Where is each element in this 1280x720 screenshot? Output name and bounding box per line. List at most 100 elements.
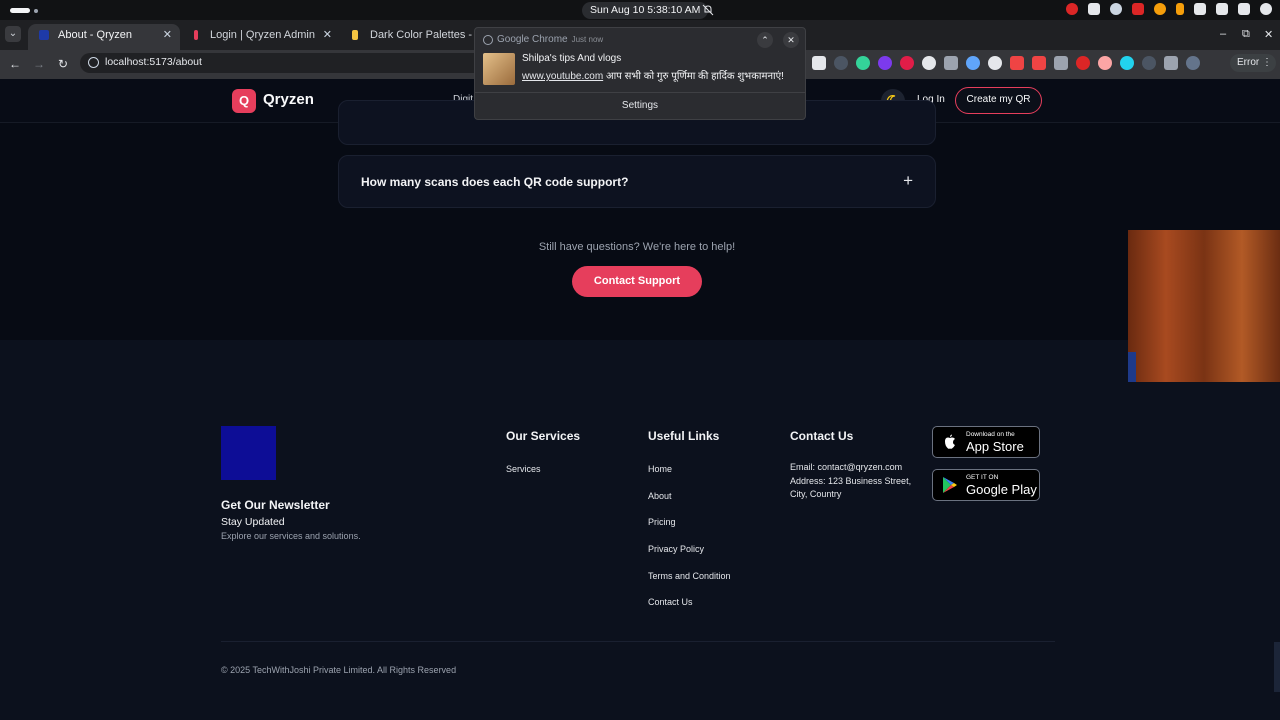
puzzle-icon[interactable] xyxy=(1164,56,1178,70)
notification-settings-button[interactable]: Settings xyxy=(475,100,805,111)
display-icon[interactable] xyxy=(1216,3,1228,15)
extension-icon[interactable] xyxy=(1098,56,1112,70)
close-tab-icon[interactable]: ✕ xyxy=(163,24,172,46)
contact-email[interactable]: Email: contact@qryzen.com xyxy=(790,461,920,475)
error-label: Error xyxy=(1237,57,1260,68)
tab-favicon xyxy=(352,30,358,40)
extension-icon[interactable] xyxy=(812,56,826,70)
google-play-small-text: GET IT ON xyxy=(966,474,999,481)
address-bar[interactable]: localhost:5173/about xyxy=(80,53,500,73)
app-store-badge[interactable]: Download on the App Store xyxy=(932,426,1040,458)
tab-favicon xyxy=(39,30,49,40)
notifications-muted-icon[interactable] xyxy=(702,4,714,16)
collapse-icon[interactable]: ⌃ xyxy=(757,32,773,48)
workspace-indicator[interactable] xyxy=(10,8,30,13)
profile-error-button[interactable]: Error ⋮ xyxy=(1230,54,1276,72)
tab-search-icon[interactable]: ⌄ xyxy=(5,26,21,42)
profile-avatar-icon[interactable] xyxy=(1186,56,1200,70)
explore-text: Explore our services and solutions. xyxy=(221,531,361,541)
useful-links-heading: Useful Links xyxy=(648,429,720,443)
reload-icon[interactable]: ↻ xyxy=(55,56,71,72)
footer-link-terms[interactable]: Terms and Condition xyxy=(648,571,731,581)
maximize-icon[interactable]: ⧉ xyxy=(1242,28,1250,41)
extension-icon[interactable] xyxy=(1120,56,1134,70)
notification-time: Just now xyxy=(571,35,604,44)
chrome-tray-icon[interactable] xyxy=(1110,3,1122,15)
extension-icon[interactable] xyxy=(856,56,870,70)
discord-icon[interactable] xyxy=(1088,3,1100,15)
tab-favicon xyxy=(194,30,198,40)
notification-source: Google Chrome Just now xyxy=(497,34,603,45)
url-text[interactable]: localhost:5173/about xyxy=(105,56,202,68)
power-icon[interactable] xyxy=(1260,3,1272,15)
extension-icon[interactable] xyxy=(834,56,848,70)
tab-title: About - Qryzen xyxy=(58,29,132,41)
footer-link-about[interactable]: About xyxy=(648,491,672,501)
extension-icon[interactable] xyxy=(1142,56,1156,70)
copyright-text: © 2025 TechWithJoshi Private Limited. Al… xyxy=(221,665,457,675)
extensions-bar xyxy=(812,56,1200,70)
tab-login-qryzen-admin[interactable]: Login | Qryzen Admin ✕ xyxy=(180,24,340,50)
notification-thumbnail xyxy=(483,53,515,85)
apple-icon xyxy=(945,434,955,449)
close-notification-icon[interactable]: ✕ xyxy=(783,32,799,48)
tab-about-qryzen[interactable]: About - Qryzen ✕ xyxy=(28,24,180,50)
app-store-text: App Store xyxy=(966,439,1024,454)
back-icon[interactable]: ← xyxy=(7,56,23,72)
volume-icon[interactable] xyxy=(1238,3,1250,15)
google-play-badge[interactable]: GET IT ON Google Play xyxy=(932,469,1040,501)
notification-title: Shilpa's tips And vlogs xyxy=(522,53,622,64)
extension-icon[interactable] xyxy=(988,56,1002,70)
faq-item[interactable]: How many scans does each QR code support… xyxy=(338,155,936,208)
minimize-icon[interactable]: – xyxy=(1220,28,1226,40)
contact-heading: Contact Us xyxy=(790,429,854,443)
extension-icon[interactable] xyxy=(1010,56,1024,70)
workspace-dot[interactable] xyxy=(34,9,38,13)
tab-title: Login | Qryzen Admin xyxy=(210,29,315,41)
extension-icon[interactable] xyxy=(878,56,892,70)
app-store-small-text: Download on the xyxy=(966,431,1015,438)
network-icon[interactable] xyxy=(1194,3,1206,15)
record-icon[interactable] xyxy=(1066,3,1078,15)
faq-question: How many scans does each QR code support… xyxy=(361,175,629,189)
google-play-icon xyxy=(943,477,957,493)
brand-name[interactable]: Qryzen xyxy=(263,91,314,108)
expand-plus-icon[interactable]: + xyxy=(903,171,913,191)
notification-link[interactable]: www.youtube.com xyxy=(522,71,603,82)
screen-record-icon[interactable] xyxy=(1132,3,1144,15)
footer-link-contact-us[interactable]: Contact Us xyxy=(648,597,693,607)
help-text: Still have questions? We're here to help… xyxy=(538,241,736,253)
extension-icon[interactable] xyxy=(966,56,980,70)
scrollbar-thumb[interactable] xyxy=(1274,642,1280,692)
divider xyxy=(475,92,805,93)
contact-support-button[interactable]: Contact Support xyxy=(572,266,702,297)
os-top-bar: Sun Aug 10 5:38:10 AM xyxy=(0,0,1280,20)
close-tab-icon[interactable]: ✕ xyxy=(323,24,332,46)
footer-logo-image xyxy=(221,426,276,480)
microphone-icon[interactable] xyxy=(1176,3,1184,15)
footer-link-privacy-policy[interactable]: Privacy Policy xyxy=(648,544,704,554)
extension-icon[interactable] xyxy=(1032,56,1046,70)
webcam-overlay xyxy=(1128,230,1280,382)
extension-icon[interactable] xyxy=(1054,56,1068,70)
extension-icon[interactable] xyxy=(922,56,936,70)
brand-logo-icon[interactable]: Q xyxy=(232,89,256,113)
footer-link-pricing[interactable]: Pricing xyxy=(648,517,676,527)
footer-link-home[interactable]: Home xyxy=(648,464,672,474)
site-info-icon[interactable] xyxy=(88,57,99,68)
extension-icon[interactable] xyxy=(1076,56,1090,70)
close-window-icon[interactable]: ✕ xyxy=(1264,28,1273,41)
extension-icon[interactable] xyxy=(944,56,958,70)
forward-icon[interactable]: → xyxy=(31,56,47,72)
os-clock[interactable]: Sun Aug 10 5:38:10 AM xyxy=(582,2,709,19)
chrome-notification[interactable]: Google Chrome Just now ⌃ ✕ Shilpa's tips … xyxy=(474,27,806,120)
stay-updated-text: Stay Updated xyxy=(221,516,285,528)
footer-link-services[interactable]: Services xyxy=(506,464,541,474)
location-icon[interactable] xyxy=(1154,3,1166,15)
chrome-icon xyxy=(483,35,493,45)
create-qr-button[interactable]: Create my QR xyxy=(955,87,1042,114)
tab-dark-color-palettes[interactable]: Dark Color Palettes - Co xyxy=(340,24,476,63)
newsletter-title: Get Our Newsletter xyxy=(221,498,330,512)
extension-icon[interactable] xyxy=(900,56,914,70)
google-play-text: Google Play xyxy=(966,482,1037,497)
